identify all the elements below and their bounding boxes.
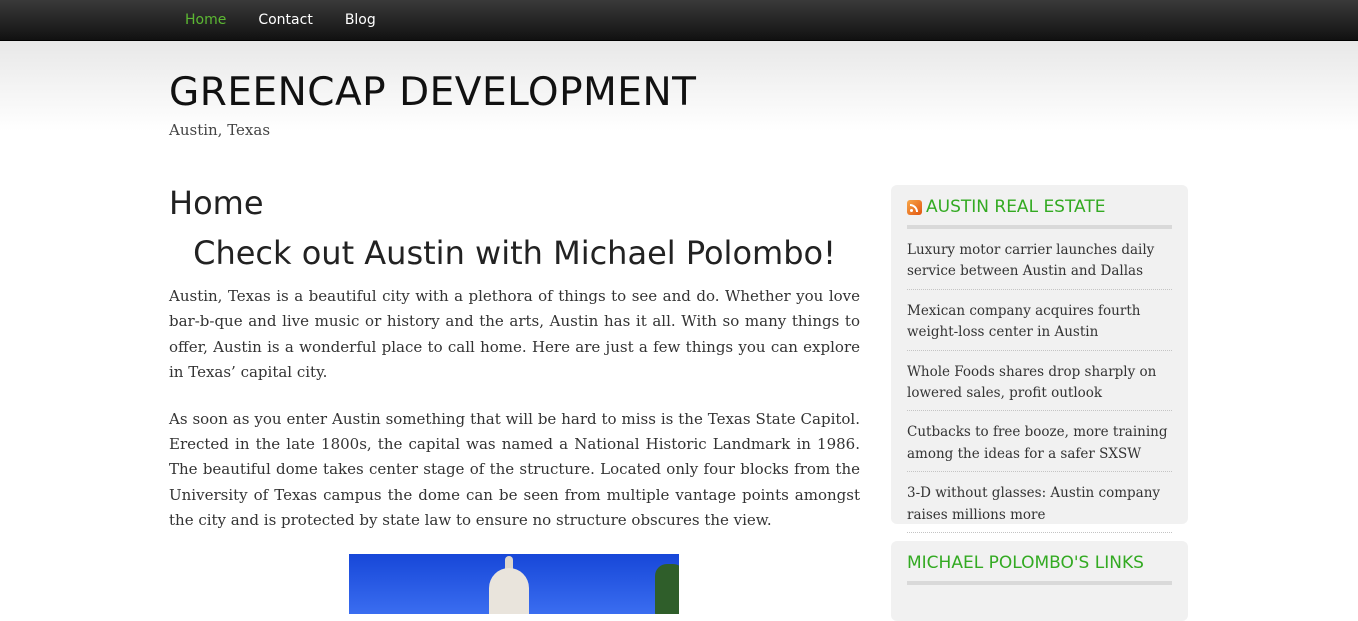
list-item: Mexican company acquires fourth weight-l…	[907, 290, 1172, 351]
tree	[655, 564, 679, 614]
capitol-photo	[349, 554, 679, 614]
list-item: 3-D without glasses: Austin company rais…	[907, 472, 1172, 534]
nav-contact[interactable]: Contact	[242, 0, 328, 40]
rss-widget: AUSTIN REAL ESTATE Luxury motor carrier …	[891, 185, 1188, 534]
feed-link[interactable]: Whole Foods shares drop sharply on lower…	[907, 364, 1156, 401]
site-tagline: Austin, Texas	[169, 121, 271, 139]
rss-icon[interactable]	[907, 199, 922, 215]
capitol-paragraph: As soon as you enter Austin something th…	[169, 409, 860, 530]
rss-feed-list: Luxury motor carrier launches daily serv…	[907, 229, 1172, 534]
feed-link[interactable]: Cutbacks to free booze, more training am…	[907, 424, 1168, 461]
list-item: Luxury motor carrier launches daily serv…	[907, 229, 1172, 290]
main-nav: Home Contact Blog	[169, 0, 392, 40]
nav-blog[interactable]: Blog	[329, 0, 392, 40]
rss-title-link[interactable]: AUSTIN REAL ESTATE	[926, 197, 1105, 217]
links-widget: MICHAEL POLOMBO'S LINKS	[891, 541, 1188, 621]
list-item: Cutbacks to free booze, more training am…	[907, 411, 1172, 473]
feed-link[interactable]: Mexican company acquires fourth weight-l…	[907, 303, 1140, 340]
page-title: Home	[169, 184, 264, 222]
post-heading: Check out Austin with Michael Polombo!	[193, 234, 836, 272]
feed-link[interactable]: Luxury motor carrier launches daily serv…	[907, 242, 1154, 279]
site-title[interactable]: GREENCAP DEVELOPMENT	[169, 70, 696, 115]
feed-link[interactable]: 3-D without glasses: Austin company rais…	[907, 485, 1160, 522]
intro-paragraph: Austin, Texas is a beautiful city with a…	[169, 287, 860, 382]
nav-home[interactable]: Home	[169, 0, 242, 40]
main-content: Home Check out Austin with Michael Polom…	[169, 182, 860, 555]
top-nav-bar: Home Contact Blog	[0, 0, 1358, 41]
list-item: Whole Foods shares drop sharply on lower…	[907, 351, 1172, 412]
links-widget-title: MICHAEL POLOMBO'S LINKS	[907, 541, 1172, 585]
rss-widget-title: AUSTIN REAL ESTATE	[907, 185, 1172, 229]
capitol-dome	[489, 568, 529, 614]
